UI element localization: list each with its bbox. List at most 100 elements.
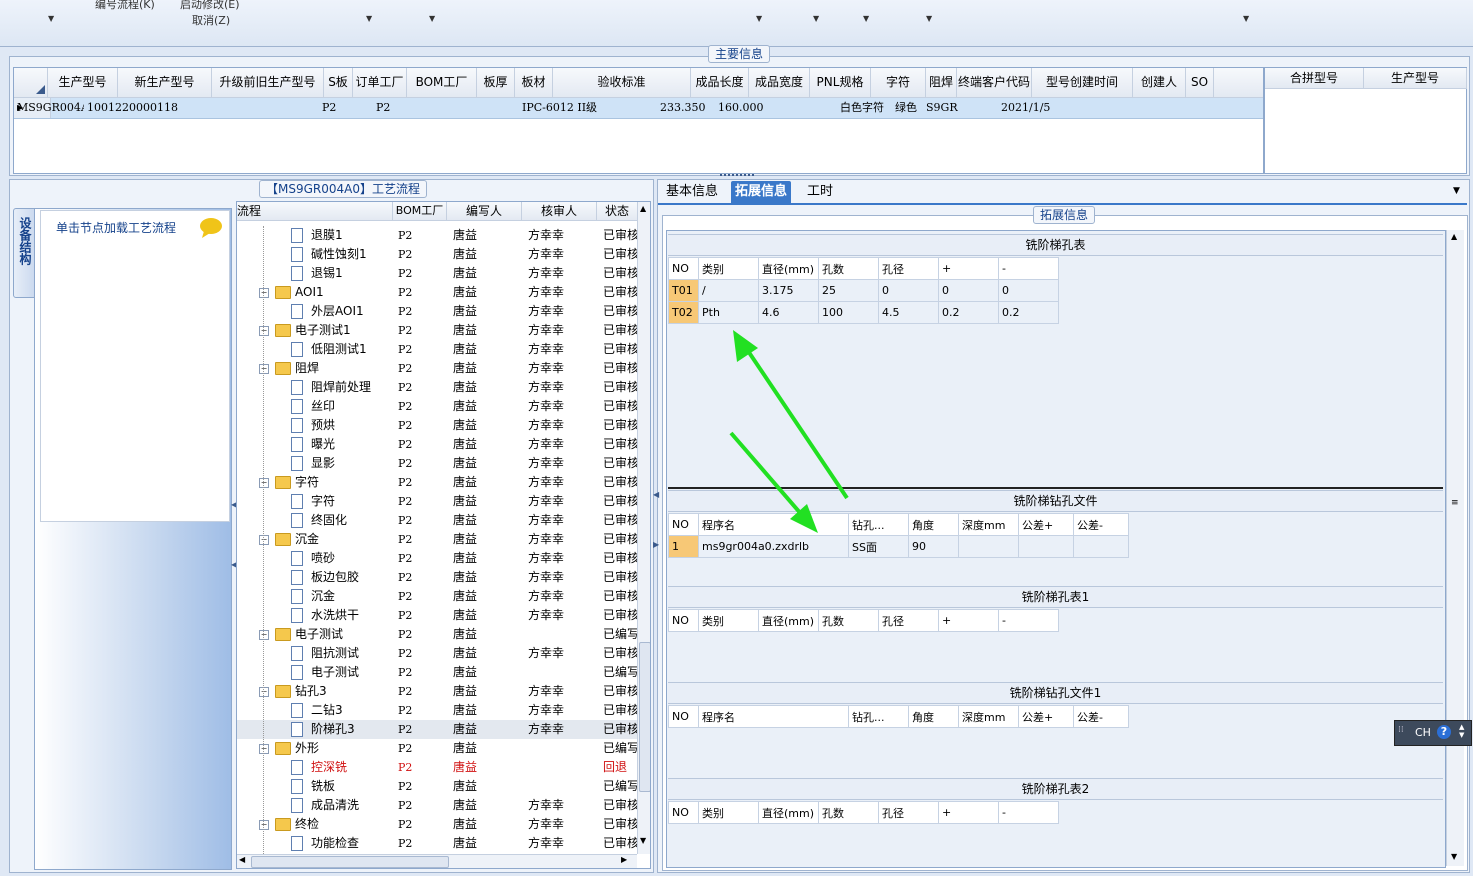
ime-language-label[interactable]: CH <box>1415 726 1431 739</box>
tree-row[interactable]: 喷砂 P2 唐益 方幸幸 已审核 <box>237 549 637 568</box>
flow-tree-grid[interactable]: 流程 BOM工厂 编写人 核审人 状态 退膜1 P2 唐益 方幸幸 已审核 碱性蚀刻1 P2… <box>236 201 651 869</box>
column-header-bom[interactable]: BOM工厂 <box>393 202 447 221</box>
merge-grid[interactable]: 合拼型号 生产型号 <box>1264 67 1467 174</box>
column-header[interactable]: NO <box>668 513 699 536</box>
table-cell[interactable]: 绿色 <box>893 98 923 118</box>
tree-row[interactable]: 外层AOI1 P2 唐益 方幸幸 已审核 <box>237 302 637 321</box>
column-header-flow[interactable]: 流程 <box>237 202 393 221</box>
tab-work-hours[interactable]: 工时 <box>803 181 837 203</box>
table-cell[interactable]: 160.000 <box>716 98 776 118</box>
dropdown-arrow-icon[interactable]: ▼ <box>756 14 762 23</box>
column-header[interactable]: 公差- <box>1073 513 1129 536</box>
tree-row[interactable]: 电子测试 P2 唐益 已编写 <box>237 663 637 682</box>
vertical-scrollbar[interactable]: ▲ ▼ <box>637 202 650 854</box>
scroll-grip-icon[interactable]: ≡ <box>1451 498 1459 508</box>
dropdown-arrow-icon[interactable]: ▼ <box>813 14 819 23</box>
table-cell[interactable] <box>1100 98 1152 118</box>
tab-extended-info[interactable]: 拓展信息 <box>731 181 792 203</box>
column-header[interactable]: 公差- <box>1073 705 1129 728</box>
table-cell[interactable]: 0.2 <box>938 301 999 324</box>
column-header[interactable]: 升级前旧生产型号 <box>212 68 324 98</box>
table-cell[interactable]: 0.2 <box>998 301 1059 324</box>
tree-row[interactable]: − 字符 P2 唐益 方幸幸 已审核 <box>237 473 637 492</box>
table-cell[interactable]: T01 <box>668 279 699 302</box>
column-header[interactable]: 孔径 <box>878 257 939 280</box>
tree-row[interactable]: 丝印 P2 唐益 方幸幸 已审核 <box>237 397 637 416</box>
tree-row[interactable]: 二钻3 P2 唐益 方幸幸 已审核 <box>237 701 637 720</box>
column-header[interactable]: + <box>938 801 999 824</box>
table-cell[interactable]: 0 <box>938 279 999 302</box>
menu-item-start-edit[interactable]: 启动修改(E) <box>180 0 240 12</box>
table-cell[interactable] <box>1073 535 1129 558</box>
column-header[interactable]: 成品长度 <box>691 68 749 98</box>
tab-dropdown-icon[interactable]: ▼ <box>1453 186 1460 196</box>
table-cell[interactable]: 0 <box>878 279 939 302</box>
table-cell[interactable]: MS9GR004A0 <box>15 98 84 118</box>
tree-row[interactable]: 沉金 P2 唐益 方幸幸 已审核 <box>237 587 637 606</box>
tree-row[interactable]: 阶梯孔3 P2 唐益 方幸幸 已审核 <box>237 720 637 739</box>
table-cell[interactable]: 白色字符 <box>838 98 892 118</box>
tree-row[interactable]: 板边包胶 P2 唐益 方幸幸 已审核 <box>237 568 637 587</box>
tree-row[interactable]: 字符 P2 唐益 方幸幸 已审核 <box>237 492 637 511</box>
menu-item-cancel[interactable]: 取消(Z) <box>192 12 230 28</box>
table-cell[interactable]: 1 <box>668 535 699 558</box>
column-header[interactable]: 板材 <box>515 68 553 98</box>
column-header[interactable]: 公差+ <box>1018 705 1074 728</box>
table-cell[interactable]: P2 <box>320 98 373 118</box>
step-hole-table-1[interactable]: NO 类别 直径(mm) 孔数 孔径 + - <box>668 609 1059 632</box>
tree-row[interactable]: 铣板 P2 唐益 已编写 <box>237 777 637 796</box>
tree-row[interactable]: − 外形 P2 唐益 已编写 <box>237 739 637 758</box>
table-cell[interactable]: 2021/1/5 <box>999 98 1099 118</box>
column-header[interactable]: 新生产型号 <box>118 68 212 98</box>
column-header[interactable]: NO <box>668 609 699 632</box>
tree-row[interactable]: 退膜1 P2 唐益 方幸幸 已审核 <box>237 226 637 245</box>
table-cell[interactable] <box>1153 98 1180 118</box>
table-cell[interactable] <box>179 98 290 118</box>
tree-row[interactable]: − AOI1 P2 唐益 方幸幸 已审核 <box>237 283 637 302</box>
column-header[interactable]: + <box>938 609 999 632</box>
tree-row[interactable]: 终固化 P2 唐益 方幸幸 已审核 <box>237 511 637 530</box>
dropdown-arrow-icon[interactable]: ▼ <box>429 14 435 23</box>
column-header[interactable]: 验收标准 <box>553 68 691 98</box>
column-header[interactable]: NO <box>668 705 699 728</box>
column-header[interactable]: - <box>998 609 1059 632</box>
scroll-up-icon[interactable]: ▲ <box>640 204 646 213</box>
tree-row[interactable]: 碱性蚀刻1 P2 唐益 方幸幸 已审核 <box>237 245 637 264</box>
dropdown-arrow-icon[interactable]: ▼ <box>366 14 372 23</box>
tree-row[interactable]: − 终检 P2 唐益 方幸幸 已审核 <box>237 815 637 834</box>
tree-row[interactable]: 阻焊前处理 P2 唐益 方幸幸 已审核 <box>237 378 637 397</box>
tree-row[interactable]: 退锡1 P2 唐益 方幸幸 已审核 <box>237 264 637 283</box>
column-header[interactable]: 角度 <box>908 513 959 536</box>
tab-basic-info[interactable]: 基本信息 <box>662 181 722 203</box>
tree-row[interactable]: 控深铣 P2 唐益 回退 <box>237 758 637 777</box>
table-cell[interactable] <box>291 98 319 118</box>
column-header[interactable]: 创建人 <box>1133 68 1186 98</box>
column-header[interactable]: 直径(mm) <box>758 609 819 632</box>
tree-row[interactable]: 曝光 P2 唐益 方幸幸 已审核 <box>237 435 637 454</box>
column-header[interactable]: NO <box>668 801 699 824</box>
tree-row[interactable]: − 电子测试 P2 唐益 已编写 <box>237 625 637 644</box>
scrollbar-thumb[interactable] <box>251 856 449 868</box>
tree-row[interactable]: 功能检查 P2 唐益 方幸幸 已审核 <box>237 834 637 853</box>
table-cell[interactable] <box>1018 535 1074 558</box>
table-row[interactable]: ▶ MS9GR004A010012200001187P2P2IPC-6012 I… <box>14 98 1263 119</box>
column-header[interactable]: 深度mm <box>958 513 1019 536</box>
column-header[interactable]: 孔径 <box>878 801 939 824</box>
splitter-arrow-icon[interactable]: ▶ <box>653 540 659 549</box>
table-cell[interactable]: / <box>698 279 759 302</box>
dropdown-arrow-icon[interactable]: ▼ <box>863 14 869 23</box>
column-header[interactable]: - <box>998 801 1059 824</box>
dropdown-arrow-icon[interactable]: ▼ <box>48 14 54 23</box>
column-header[interactable]: 类别 <box>698 609 759 632</box>
column-header[interactable]: 直径(mm) <box>758 257 819 280</box>
table-cell[interactable]: 10012200001187 <box>85 98 178 118</box>
column-header[interactable]: 深度mm <box>958 705 1019 728</box>
column-header[interactable]: 孔数 <box>818 801 879 824</box>
scroll-down-icon[interactable]: ▼ <box>1451 852 1457 861</box>
tree-row[interactable]: − 钻孔3 P2 唐益 方幸幸 已审核 <box>237 682 637 701</box>
column-header-merge-model[interactable]: 合拼型号 <box>1265 68 1364 89</box>
table-cell[interactable]: 90 <box>908 535 959 558</box>
dropdown-arrow-icon[interactable]: ▼ <box>1243 14 1249 23</box>
column-header[interactable]: 孔数 <box>818 609 879 632</box>
table-cell[interactable]: 3.175 <box>758 279 819 302</box>
